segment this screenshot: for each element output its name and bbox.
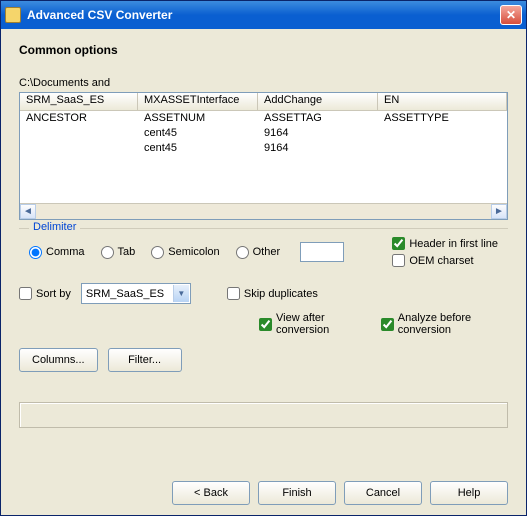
- chevron-down-icon[interactable]: ▼: [173, 285, 189, 302]
- status-bar: [19, 402, 508, 428]
- app-window: Advanced CSV Converter ✕ Common options …: [0, 0, 527, 516]
- radio-semicolon-input[interactable]: [151, 246, 164, 259]
- radio-tab[interactable]: Tab: [101, 246, 136, 259]
- table-row[interactable]: cent45 9164: [20, 141, 507, 156]
- check-header-first-line-input[interactable]: [392, 237, 405, 250]
- radio-tab-input[interactable]: [101, 246, 114, 259]
- wizard-buttons: < Back Finish Cancel Help: [19, 465, 508, 505]
- page-title: Common options: [19, 43, 508, 57]
- columns-button[interactable]: Columns...: [19, 348, 98, 372]
- help-button[interactable]: Help: [430, 481, 508, 505]
- radio-other-input[interactable]: [236, 246, 249, 259]
- other-delimiter-input[interactable]: [300, 242, 344, 262]
- path-label: C:\Documents and: [19, 77, 508, 89]
- radio-other[interactable]: Other: [236, 246, 281, 259]
- check-view-after[interactable]: View after conversion: [259, 312, 365, 336]
- check-header-first-line[interactable]: Header in first line: [392, 237, 498, 250]
- delimiter-group: Delimiter Comma Tab Semicolon Other: [19, 228, 508, 273]
- col-header[interactable]: SRM_SaaS_ES: [20, 93, 138, 110]
- check-oem-charset-input[interactable]: [392, 254, 405, 267]
- check-skip-duplicates[interactable]: Skip duplicates: [227, 287, 318, 300]
- table-body: ANCESTOR ASSETNUM ASSETTAG ASSETTYPE cen…: [20, 111, 507, 156]
- preview-table: SRM_SaaS_ES MXASSETInterface AddChange E…: [19, 92, 508, 220]
- radio-comma-input[interactable]: [29, 246, 42, 259]
- table-row[interactable]: ANCESTOR ASSETNUM ASSETTAG ASSETTYPE: [20, 111, 507, 126]
- table-row[interactable]: cent45 9164: [20, 126, 507, 141]
- check-analyze-before-input[interactable]: [381, 318, 394, 331]
- titlebar: Advanced CSV Converter ✕: [1, 1, 526, 29]
- back-button[interactable]: < Back: [172, 481, 250, 505]
- check-skip-duplicates-input[interactable]: [227, 287, 240, 300]
- dialog-body: Common options C:\Documents and SRM_SaaS…: [1, 29, 526, 515]
- filter-button[interactable]: Filter...: [108, 348, 182, 372]
- scroll-right-icon[interactable]: ►: [491, 204, 507, 219]
- window-title: Advanced CSV Converter: [27, 8, 500, 22]
- check-sort-by-input[interactable]: [19, 287, 32, 300]
- check-oem-charset[interactable]: OEM charset: [392, 254, 498, 267]
- cancel-button[interactable]: Cancel: [344, 481, 422, 505]
- check-view-after-input[interactable]: [259, 318, 272, 331]
- check-analyze-before[interactable]: Analyze before conversion: [381, 312, 508, 336]
- app-icon: [5, 7, 21, 23]
- radio-comma[interactable]: Comma: [29, 246, 85, 259]
- horizontal-scrollbar[interactable]: ◄ ►: [20, 203, 507, 219]
- sort-field-select[interactable]: SRM_SaaS_ES ▼: [81, 283, 191, 304]
- sort-field-value: SRM_SaaS_ES: [86, 288, 164, 300]
- col-header[interactable]: EN: [378, 93, 507, 110]
- scroll-track[interactable]: [36, 204, 491, 219]
- table-header: SRM_SaaS_ES MXASSETInterface AddChange E…: [20, 93, 507, 111]
- check-sort-by[interactable]: Sort by: [19, 287, 71, 300]
- finish-button[interactable]: Finish: [258, 481, 336, 505]
- delimiter-group-label: Delimiter: [29, 221, 80, 233]
- col-header[interactable]: AddChange: [258, 93, 378, 110]
- close-button[interactable]: ✕: [500, 5, 522, 25]
- radio-semicolon[interactable]: Semicolon: [151, 246, 219, 259]
- col-header[interactable]: MXASSETInterface: [138, 93, 258, 110]
- scroll-left-icon[interactable]: ◄: [20, 204, 36, 219]
